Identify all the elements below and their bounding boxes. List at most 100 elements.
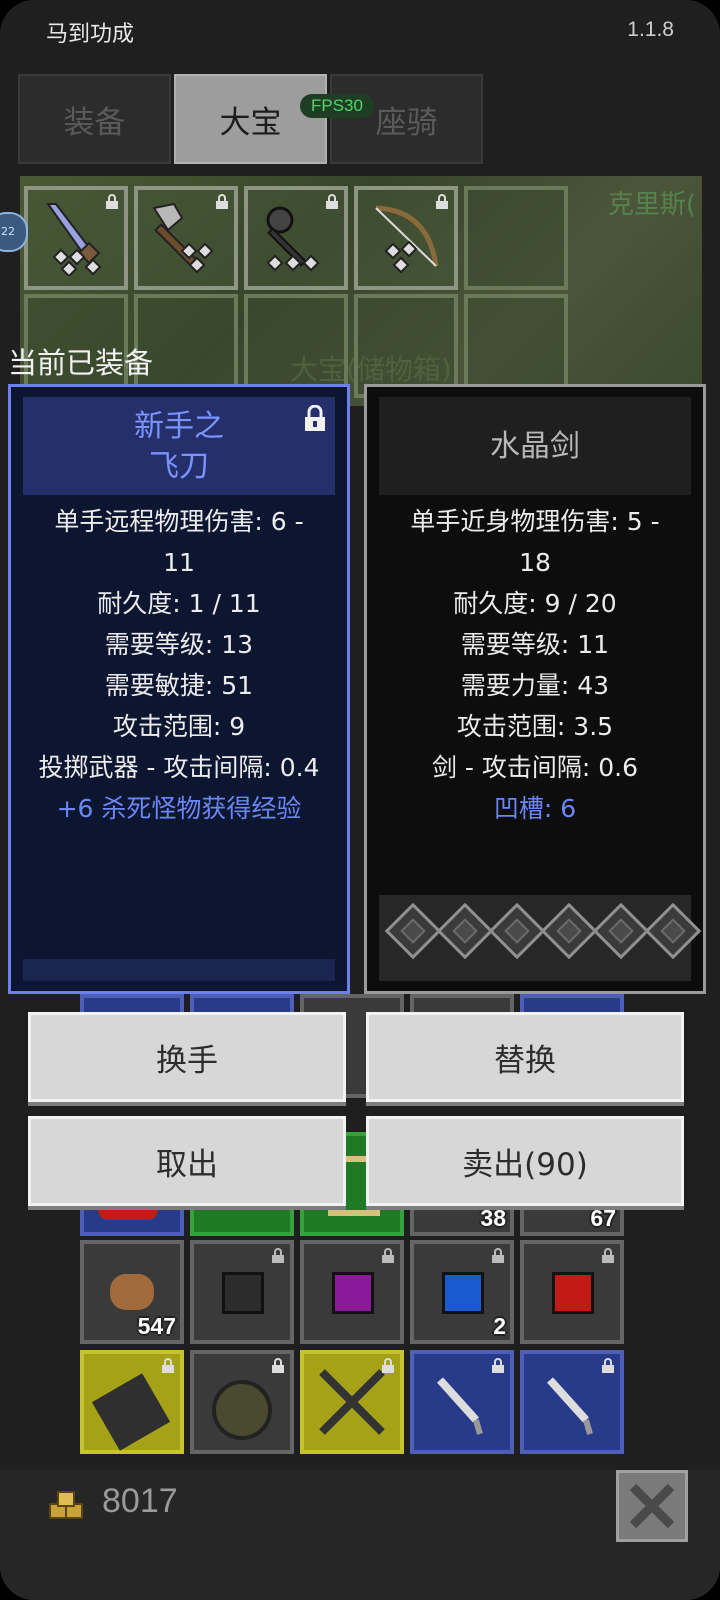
fps-badge: FPS30 (300, 94, 374, 118)
item-quantity: 38 (480, 1205, 506, 1231)
close-icon (629, 1483, 675, 1529)
inventory-slot[interactable] (520, 1350, 624, 1454)
stat-line: 攻击范围: 3.5 (456, 712, 614, 741)
stat-line: 需要敏捷: 51 (104, 671, 254, 700)
knife-icon (547, 1377, 593, 1435)
lock-icon (216, 194, 228, 209)
version-label: 1.1.8 (627, 18, 674, 41)
lock-icon (272, 1248, 284, 1263)
inventory-slot[interactable]: 547 (80, 1240, 184, 1344)
stash-slot-empty[interactable] (464, 186, 568, 290)
stash-slot-dagger[interactable] (24, 186, 128, 290)
inventory-slot[interactable] (300, 1350, 404, 1454)
lock-icon (602, 1358, 614, 1373)
equipped-heading: 当前已装备 (8, 346, 154, 380)
lock-icon (602, 1248, 614, 1263)
app-title: 马到功成 (46, 22, 135, 47)
crossed-blades-icon (319, 1369, 385, 1435)
stat-line: 需要等级: 11 (460, 630, 610, 659)
lock-icon (106, 194, 118, 209)
game-window: 马到功成 1.1.8 装备 大宝 座骑 FPS30 克里斯(大宝(储物箱) 2… (0, 0, 720, 1600)
tab-dabao[interactable]: 大宝 (174, 74, 327, 164)
lock-icon[interactable] (303, 405, 327, 433)
close-button[interactable] (616, 1470, 688, 1542)
inventory-slot[interactable]: 2 (410, 1240, 514, 1344)
tab-equipment[interactable]: 装备 (18, 74, 171, 164)
compare-item-card: 水晶剑 单手近身物理伤害: 5 - 18 耐久度: 9 / 20 需要等级: 1… (364, 384, 706, 994)
purple-gem-icon (332, 1272, 374, 1314)
item-quantity: 67 (590, 1205, 616, 1231)
item-quantity: 547 (137, 1313, 176, 1339)
mace-icon (266, 206, 320, 272)
stash-slot-mace[interactable] (244, 186, 348, 290)
lock-icon (326, 194, 338, 209)
gold-coins-icon (49, 1491, 83, 1519)
lock-icon (162, 1358, 174, 1373)
stat-line: 耐久度: 9 / 20 (453, 589, 617, 618)
stash-slot-axe[interactable] (134, 186, 238, 290)
inventory-slot[interactable] (300, 1240, 404, 1344)
inventory-slot[interactable] (190, 1350, 294, 1454)
empty-socket-icon (436, 902, 494, 960)
tab-bar: 装备 大宝 座骑 (18, 74, 488, 166)
equipped-item-name-line1: 新手之 (134, 409, 224, 444)
ore-icon (110, 1274, 154, 1310)
swap-hand-button[interactable]: 换手 (28, 1012, 346, 1102)
item-quantity: 2 (493, 1313, 506, 1339)
stat-line: 18 (519, 548, 551, 577)
black-gem-icon (222, 1272, 264, 1314)
red-gem-icon (552, 1272, 594, 1314)
stat-line: 单手近身物理伤害: 5 - (410, 507, 660, 536)
stat-line: 单手远程物理伤害: 6 - (54, 507, 304, 536)
top-bar: 马到功成 1.1.8 (0, 0, 720, 60)
npc-name: 克里斯( (607, 190, 696, 220)
axe-icon (152, 202, 214, 274)
empty-socket-icon (384, 902, 442, 960)
empty-socket-icon (488, 902, 546, 960)
bonus-stat: +6 杀死怪物获得经验 (56, 794, 302, 823)
stat-line: 需要力量: 43 (460, 671, 610, 700)
replace-button[interactable]: 替换 (366, 1012, 684, 1102)
socket-row (379, 895, 702, 981)
lock-icon (436, 194, 448, 209)
knife-icon (437, 1377, 483, 1435)
stat-line: 投掷武器 - 攻击间隔: 0.4 (38, 753, 320, 782)
round-shield-icon (212, 1380, 272, 1440)
compare-item-header: 水晶剑 (379, 397, 691, 495)
card-footer-bar (23, 959, 335, 981)
equipped-item-header: 新手之 飞刀 (23, 397, 335, 495)
sell-button[interactable]: 卖出(90) (366, 1116, 684, 1206)
take-out-button[interactable]: 取出 (28, 1116, 346, 1206)
gold-amount: 8017 (102, 1482, 178, 1520)
stat-line: 需要等级: 13 (104, 630, 254, 659)
lock-icon (382, 1358, 394, 1373)
stash-slot-empty[interactable] (464, 294, 568, 398)
empty-socket-icon (592, 902, 650, 960)
inventory-slot[interactable] (80, 1350, 184, 1454)
stat-line: 耐久度: 1 / 11 (97, 589, 261, 618)
inventory-slot[interactable] (520, 1240, 624, 1344)
bow-icon (375, 205, 439, 274)
inventory-slot[interactable] (410, 1350, 514, 1454)
lock-icon (492, 1358, 504, 1373)
lock-icon (382, 1248, 394, 1263)
sockets-stat: 凹槽: 6 (493, 794, 577, 823)
equipped-item-stats: 单手远程物理伤害: 6 - 11 耐久度: 1 / 11 需要等级: 13 需要… (11, 501, 347, 829)
stat-line: 11 (163, 548, 195, 577)
equipped-item-name-line2: 飞刀 (149, 449, 209, 484)
blue-gem-icon (442, 1272, 484, 1314)
lock-icon (272, 1358, 284, 1373)
empty-socket-icon (540, 902, 598, 960)
footer-bar: 8017 (0, 1470, 720, 1600)
gauntlet-icon (91, 1373, 171, 1451)
inventory-slot[interactable] (190, 1240, 294, 1344)
lock-icon (492, 1248, 504, 1263)
tab-mount[interactable]: 座骑 (330, 74, 483, 164)
dagger-icon (46, 203, 102, 276)
compare-item-name: 水晶剑 (490, 429, 580, 464)
stat-line: 剑 - 攻击间隔: 0.6 (431, 753, 639, 782)
equipped-item-card: 新手之 飞刀 单手远程物理伤害: 6 - 11 耐久度: 1 / 11 需要等级… (8, 384, 350, 994)
stash-slot-bow[interactable] (354, 186, 458, 290)
stash-title: 大宝(储物箱) (290, 353, 452, 386)
compare-item-stats: 单手近身物理伤害: 5 - 18 耐久度: 9 / 20 需要等级: 11 需要… (367, 501, 703, 829)
